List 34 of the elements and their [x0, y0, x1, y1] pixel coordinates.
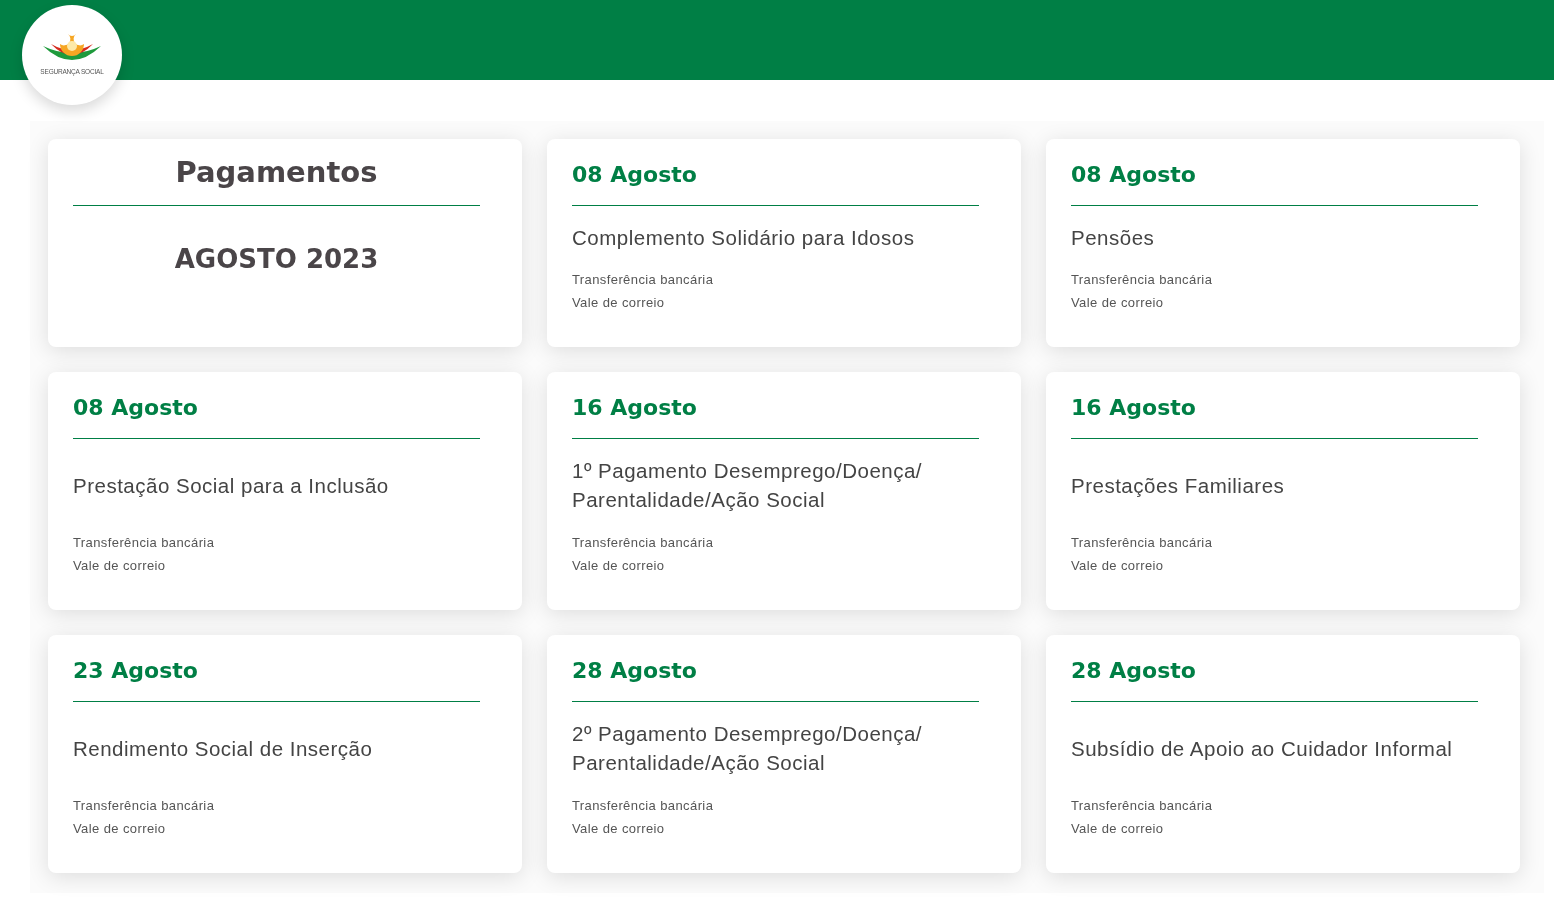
benefit-title: Subsídio de Apoio ao Cuidador Informal	[1071, 735, 1453, 762]
payment-date: 16 Agosto	[1071, 394, 1197, 422]
payment-date: 28 Agosto	[572, 657, 698, 685]
payment-method: Transferência bancária	[1071, 271, 1214, 289]
payment-method: Transferência bancária	[572, 271, 715, 289]
benefit-title: Prestações Familiares	[1071, 472, 1285, 499]
payment-date: 28 Agosto	[1071, 657, 1197, 685]
payment-date: 16 Agosto	[572, 394, 698, 422]
payment-method: Transferência bancária	[572, 534, 715, 552]
benefit-title: 1º Pagamento Desemprego/Doença/ Parentalidade/Ação Social	[572, 458, 924, 513]
payment-method: Vale de correio	[73, 820, 167, 838]
payment-method: Transferência bancária	[1071, 534, 1214, 552]
payment-method: Vale de correio	[572, 820, 666, 838]
benefit-title: 2º Pagamento Desemprego/Doença/ Parentalidade/Ação Social	[572, 721, 924, 776]
payment-method: Transferência bancária	[1071, 797, 1214, 815]
benefit-title: Complemento Solidário para Idosos	[572, 224, 915, 251]
payment-method: Vale de correio	[1071, 820, 1165, 838]
payment-date: 23 Agosto	[73, 657, 199, 685]
payment-method: Vale de correio	[1071, 294, 1165, 312]
benefit-title: Rendimento Social de Inserção	[73, 735, 373, 762]
benefit-title: Pensões	[1071, 224, 1155, 251]
month-label: AGOSTO 2023	[174, 244, 379, 274]
page-title: Pagamentos	[175, 154, 378, 191]
payment-method: Vale de correio	[572, 294, 666, 312]
payment-method: Vale de correio	[572, 557, 666, 575]
benefit-title: Prestação Social para a Inclusão	[73, 472, 389, 499]
payment-date: 08 Agosto	[73, 394, 199, 422]
payment-method: Vale de correio	[1071, 557, 1165, 575]
payment-method: Transferência bancária	[73, 534, 216, 552]
payment-method: Transferência bancária	[572, 797, 715, 815]
payment-method: Vale de correio	[73, 557, 167, 575]
payment-method: Transferência bancária	[73, 797, 216, 815]
payment-date: 08 Agosto	[1071, 161, 1197, 189]
payment-date: 08 Agosto	[572, 161, 698, 189]
